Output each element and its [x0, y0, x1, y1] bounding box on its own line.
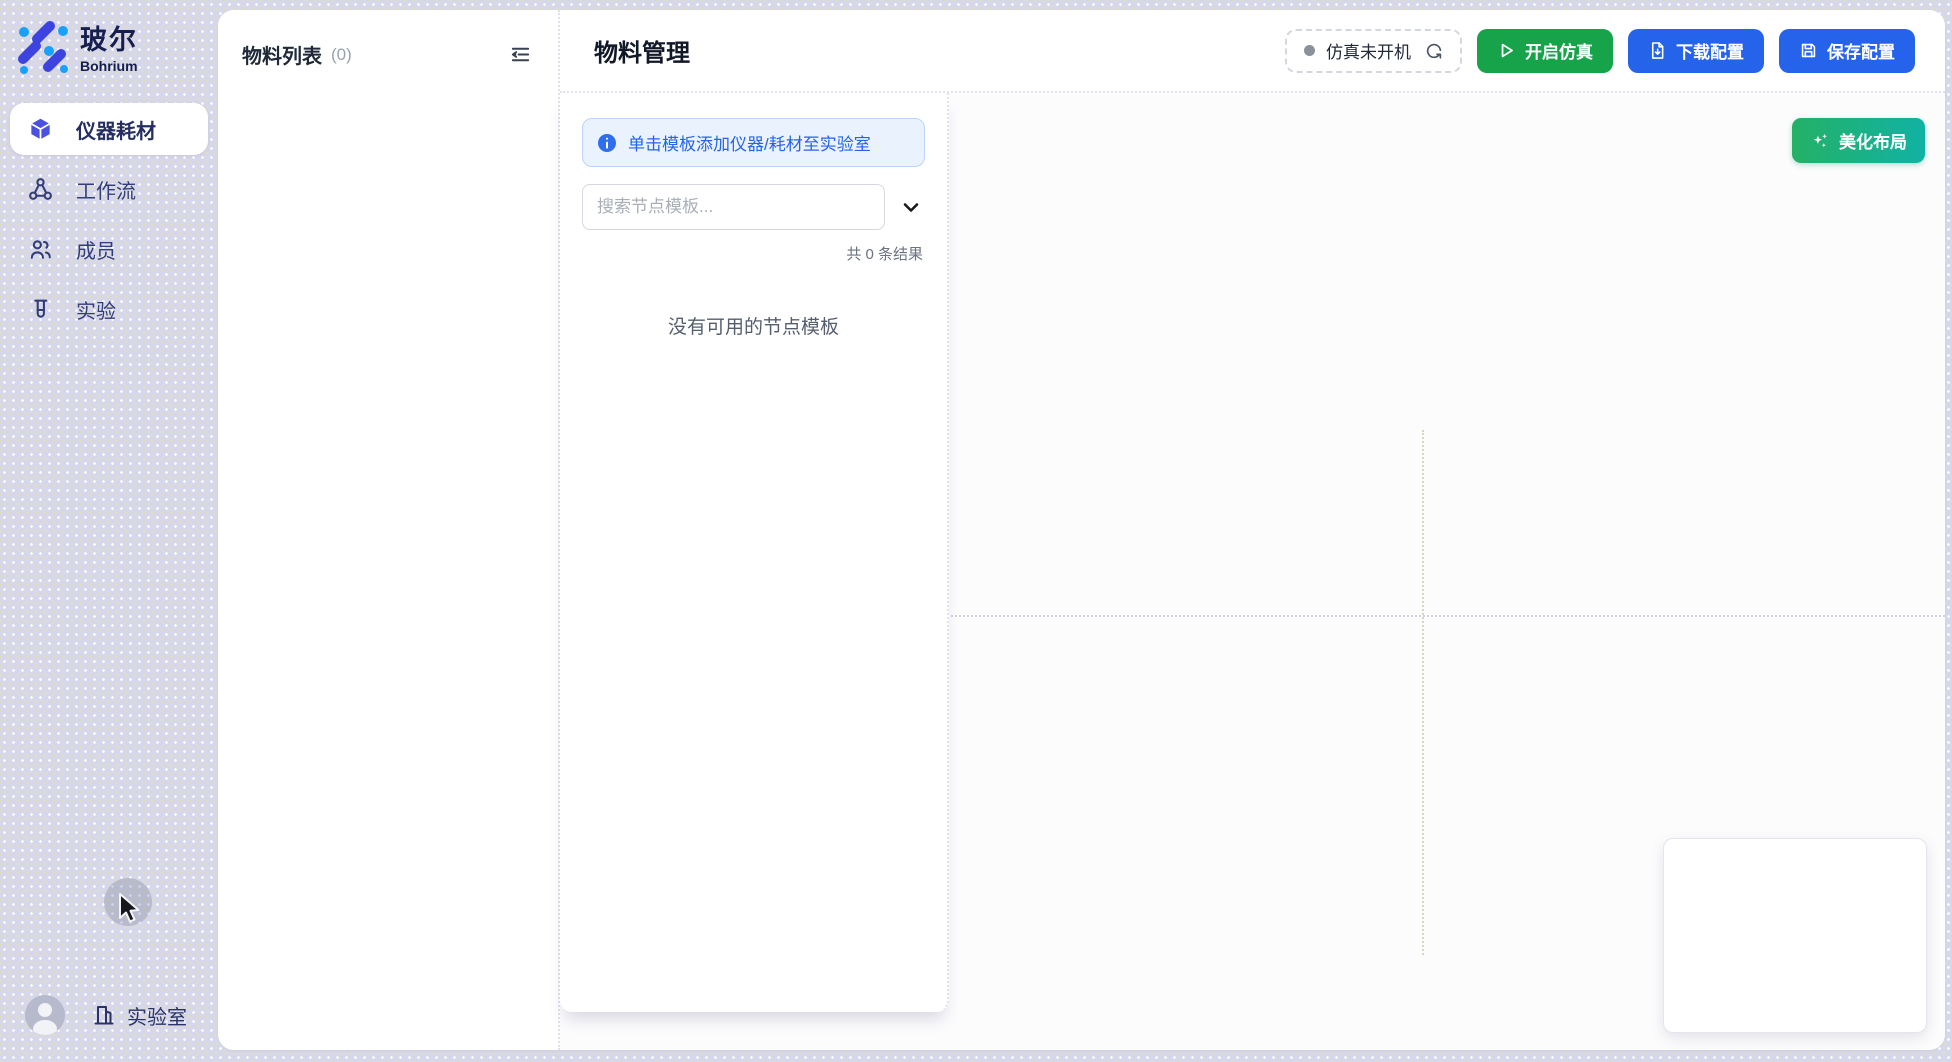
start-simulation-label: 开启仿真 — [1525, 38, 1593, 63]
node-template-panel: 单击模板添加仪器/耗材至实验室 共 0 条结果 没有可用的节点模板 — [560, 93, 949, 1012]
minimap-panel[interactable] — [1663, 838, 1927, 1033]
main-area: 物料管理 仿真未开机 开启仿真 — [560, 10, 1945, 1050]
building-icon — [91, 1002, 117, 1028]
sidebar-footer: 实验室 — [0, 995, 218, 1035]
beautify-layout-button[interactable]: 美化布局 — [1792, 118, 1925, 163]
sidebar-menu: 仪器耗材 工作流 成员 — [0, 103, 218, 335]
chevron-down-icon — [899, 195, 923, 219]
menu-fold-icon — [509, 43, 532, 66]
info-banner: 单击模板添加仪器/耗材至实验室 — [582, 118, 925, 167]
status-dot-icon — [1304, 45, 1315, 56]
page-header: 物料管理 仿真未开机 开启仿真 — [560, 10, 1945, 93]
save-icon — [1799, 41, 1818, 60]
sidebar-item-experiments[interactable]: 实验 — [10, 283, 208, 335]
cube-icon — [27, 116, 54, 143]
person-icon — [25, 995, 65, 1035]
sidebar: 玻尔 Bohrium 仪器耗材 工作流 — [0, 0, 218, 1062]
sidebar-item-label: 工作流 — [76, 175, 136, 204]
sidebar-item-label: 成员 — [76, 235, 116, 264]
info-icon — [597, 133, 617, 153]
start-simulation-button[interactable]: 开启仿真 — [1477, 29, 1613, 73]
refresh-status-button[interactable] — [1425, 42, 1443, 60]
sidebar-item-members[interactable]: 成员 — [10, 223, 208, 275]
sidebar-item-label: 仪器耗材 — [76, 115, 156, 144]
sidebar-item-label: 实验 — [76, 295, 116, 324]
sidebar-item-instruments[interactable]: 仪器耗材 — [10, 103, 208, 155]
layout-canvas[interactable]: 单击模板添加仪器/耗材至实验室 共 0 条结果 没有可用的节点模板 — [560, 93, 1945, 1050]
avatar[interactable] — [25, 995, 65, 1035]
materials-list-panel: 物料列表 (0) — [218, 10, 560, 1050]
download-config-button[interactable]: 下载配置 — [1628, 29, 1764, 73]
canvas-guide-horizontal — [947, 615, 1945, 617]
search-template-input[interactable] — [582, 184, 885, 230]
workflow-icon — [27, 176, 54, 203]
materials-list-title: 物料列表 — [242, 40, 322, 69]
lab-entry-label: 实验室 — [127, 1001, 187, 1030]
brand-title: 玻尔 — [80, 18, 138, 57]
main-card: 物料列表 (0) 物料管理 仿真未开机 — [218, 10, 1945, 1050]
sparkles-icon — [1810, 131, 1830, 151]
materials-list-count: (0) — [331, 45, 352, 65]
play-icon — [1497, 41, 1516, 60]
info-banner-text: 单击模板添加仪器/耗材至实验室 — [628, 130, 871, 155]
file-download-icon — [1648, 41, 1667, 60]
collapse-panel-button[interactable] — [507, 41, 534, 68]
empty-templates-message: 没有可用的节点模板 — [582, 312, 925, 339]
lab-entry[interactable]: 实验室 — [91, 1001, 187, 1030]
download-config-label: 下载配置 — [1676, 38, 1744, 63]
test-tube-icon — [27, 296, 54, 323]
users-icon — [27, 236, 54, 263]
result-count: 共 0 条结果 — [582, 243, 925, 264]
brand-logo: 玻尔 Bohrium — [0, 18, 218, 74]
brand-subtitle: Bohrium — [80, 58, 138, 74]
sidebar-item-workflow[interactable]: 工作流 — [10, 163, 208, 215]
beautify-layout-label: 美化布局 — [1839, 128, 1907, 153]
refresh-icon — [1425, 42, 1443, 60]
canvas-guide-vertical — [1422, 430, 1424, 955]
save-config-label: 保存配置 — [1827, 38, 1895, 63]
page-title: 物料管理 — [594, 33, 690, 68]
simulation-status-pill: 仿真未开机 — [1285, 29, 1462, 73]
expand-filters-button[interactable] — [897, 193, 925, 221]
save-config-button[interactable]: 保存配置 — [1779, 29, 1915, 73]
simulation-status-text: 仿真未开机 — [1326, 38, 1411, 63]
bohrium-logo-icon — [14, 18, 70, 74]
